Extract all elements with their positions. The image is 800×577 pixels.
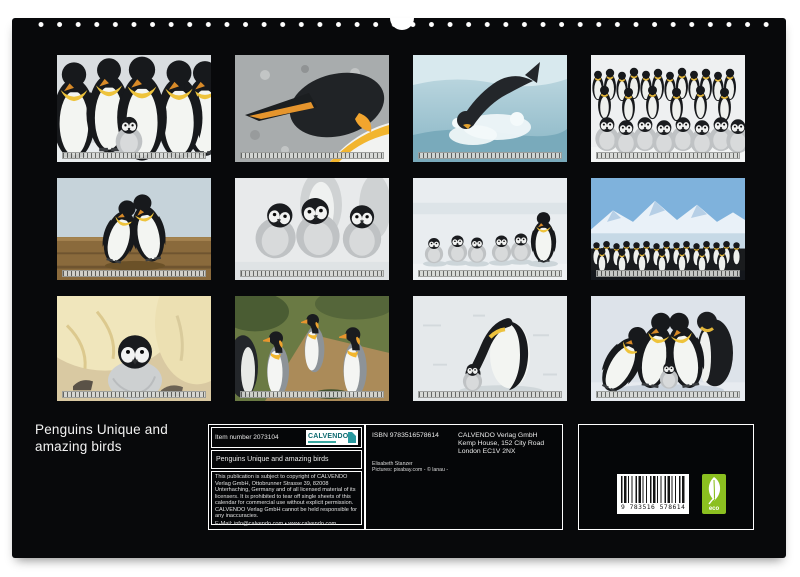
mini-calendar-strip bbox=[418, 391, 562, 398]
thumbnail-penguin-group-snow bbox=[57, 55, 211, 162]
thumbnail-grid bbox=[57, 55, 745, 401]
thumbnail-diving-penguin bbox=[413, 55, 567, 162]
thumbnail-colony-chicks bbox=[591, 55, 745, 162]
thumbnail-chick-under-belly bbox=[57, 296, 211, 401]
copyright-row: This publication is subject to copyright… bbox=[211, 471, 362, 525]
isbn-number: ISBN 9783516578614 bbox=[372, 432, 439, 439]
calendar-title: Penguins Unique and amazing birds bbox=[216, 456, 328, 463]
eco-logo: eco bbox=[702, 474, 726, 514]
mini-calendar-strip bbox=[418, 152, 562, 159]
calvendo-logo: CALVENDO bbox=[306, 430, 358, 445]
publisher-name: CALVENDO Verlag GmbH bbox=[458, 432, 544, 440]
calendar-back-cover: Penguins Unique and amazing birds Item n… bbox=[12, 18, 786, 558]
item-number-row: Item number 2073104 CALVENDO bbox=[211, 427, 362, 448]
picture-credit: Pictures: pixabay.com - © lanau - bbox=[372, 467, 448, 473]
thumbnail-kings-in-habitat bbox=[235, 296, 389, 401]
thumbnail-courting-pair bbox=[57, 178, 211, 280]
thumbnail-huddle-group bbox=[591, 296, 745, 401]
cover-title-line1: Penguins Unique and bbox=[35, 422, 168, 439]
publisher-address: CALVENDO Verlag GmbH Kemp House, 152 Cit… bbox=[458, 432, 544, 456]
publisher-city: London EC1V 2NX bbox=[458, 448, 544, 456]
mini-calendar-strip bbox=[240, 152, 384, 159]
cover-title-line2: amazing birds bbox=[35, 439, 168, 456]
thumbnail-chick-march bbox=[413, 178, 567, 280]
mini-calendar-strip bbox=[62, 391, 206, 398]
mini-calendar-strip bbox=[240, 391, 384, 398]
calvendo-logo-tagline bbox=[308, 441, 336, 443]
isbn-publisher-box: ISBN 9783516578614 CALVENDO Verlag GmbH … bbox=[365, 424, 563, 530]
item-number: Item number 2073104 bbox=[215, 434, 279, 441]
eco-leaf-icon bbox=[702, 474, 726, 506]
mini-calendar-strip bbox=[596, 391, 740, 398]
hanger-hole bbox=[390, 18, 414, 30]
calendar-title-row: Penguins Unique and amazing birds bbox=[211, 450, 362, 469]
mini-calendar-strip bbox=[62, 270, 206, 277]
calvendo-logo-text: CALVENDO bbox=[308, 433, 348, 440]
barcode-digits: 9 783516 578614 bbox=[621, 503, 685, 512]
mini-calendar-strip bbox=[240, 270, 384, 277]
ean-barcode: 9 783516 578614 bbox=[617, 474, 689, 514]
copyright-text: This publication is subject to copyright… bbox=[215, 474, 358, 520]
mini-calendar-strip bbox=[62, 152, 206, 159]
thumbnail-king-penguin-head bbox=[235, 55, 389, 162]
thumbnail-bowing-adult-with-chick bbox=[413, 296, 567, 401]
thumbnail-mountain-colony bbox=[591, 178, 745, 280]
author-credit-block: Elisabeth Stanzer Pictures: pixabay.com … bbox=[372, 461, 448, 474]
contact-line: E-Mail: info@calvendo.com • www.calvendo… bbox=[215, 521, 358, 528]
cover-title: Penguins Unique and amazing birds bbox=[35, 422, 168, 455]
barcode-box: 9 783516 578614 eco bbox=[578, 424, 754, 530]
barcode-bars bbox=[621, 476, 685, 503]
mini-calendar-strip bbox=[418, 270, 562, 277]
calvendo-logo-icon bbox=[348, 432, 356, 443]
mini-calendar-strip bbox=[596, 270, 740, 277]
eco-label: eco bbox=[702, 506, 726, 513]
mini-calendar-strip bbox=[596, 152, 740, 159]
publisher-street: Kemp House, 152 City Road bbox=[458, 440, 544, 448]
publication-info-box: Item number 2073104 CALVENDO Penguins Un… bbox=[208, 424, 365, 530]
thumbnail-chicks-hugging bbox=[235, 178, 389, 280]
